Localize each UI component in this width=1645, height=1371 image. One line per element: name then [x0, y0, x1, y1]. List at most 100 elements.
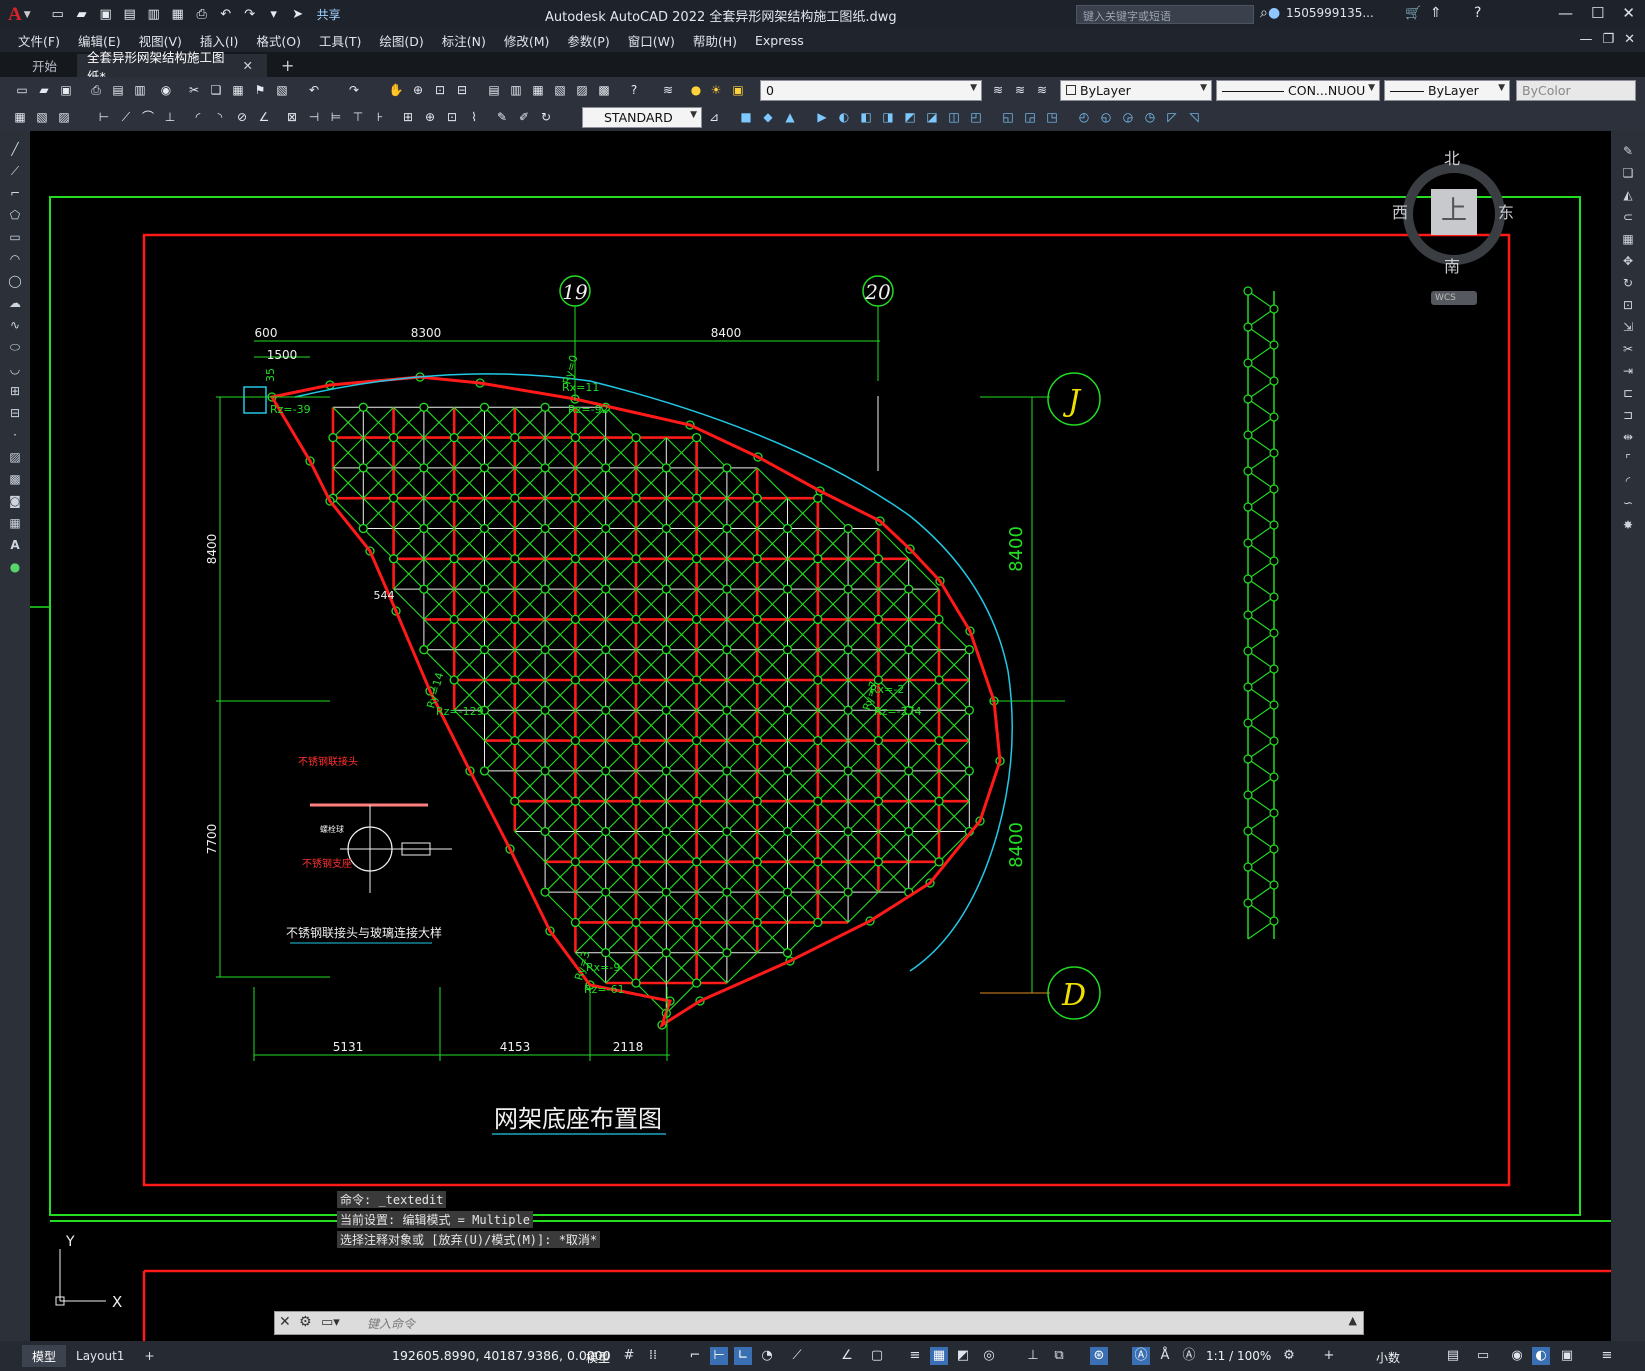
copy-icon[interactable]: ❏ [208, 82, 224, 98]
add-selected-icon[interactable]: ● [7, 559, 23, 575]
spline-icon[interactable]: ∿ [7, 317, 23, 333]
blend-curves-icon[interactable]: ∽ [1620, 495, 1636, 511]
plotstyle-dropdown[interactable]: ByColor [1516, 80, 1636, 101]
menu-modify[interactable]: 修改(M) [504, 31, 550, 50]
search-input[interactable]: 键入关键字或短语 [1076, 5, 1254, 24]
selection-filter-icon[interactable]: ⧉ [1050, 1347, 1068, 1365]
setup-drawing-icon[interactable]: ◪ [924, 109, 940, 125]
layer-properties-icon[interactable]: ≋ [660, 82, 676, 98]
customization-icon[interactable]: ≡ [1598, 1347, 1616, 1365]
offset-faces-icon[interactable]: ◶ [1120, 109, 1136, 125]
wcs-menu[interactable]: WCS [1431, 291, 1477, 305]
layer-on-icon[interactable]: ● [688, 82, 704, 98]
redo-tb-icon[interactable]: ↷ [346, 82, 362, 98]
qnew-icon[interactable]: ▭ [14, 82, 30, 98]
dim-break-icon[interactable]: ⊦ [372, 109, 388, 125]
setup-view-icon[interactable]: ◫ [946, 109, 962, 125]
command-scroll-icon[interactable]: ▲ [1349, 1314, 1357, 1327]
plot-icon[interactable]: ⎙ [193, 6, 211, 24]
rectangle-icon[interactable]: ▭ [7, 229, 23, 245]
rotate-icon[interactable]: ↻ [1620, 275, 1636, 291]
dynamic-ucs-icon[interactable]: ⊥ [1024, 1347, 1042, 1365]
help-icon[interactable]: ? [1474, 5, 1481, 21]
polar-tracking-icon[interactable]: ◔ [758, 1347, 776, 1365]
offset-icon[interactable]: ⊂ [1620, 209, 1636, 225]
tab-layout1[interactable]: Layout1 [66, 1345, 134, 1367]
linetype-dropdown[interactable]: CON...NUOU ▼ [1216, 80, 1380, 101]
isolate-objects-icon[interactable]: ◉ [1508, 1347, 1526, 1365]
dim-edit-icon[interactable]: ✎ [494, 109, 510, 125]
text-style-dropdown[interactable]: STANDARD ▼ [582, 107, 702, 128]
object-snap-tracking-icon[interactable]: ∠ [838, 1347, 856, 1365]
move-faces-icon[interactable]: ◵ [1098, 109, 1114, 125]
clean-screen-icon[interactable]: ▣ [1558, 1347, 1576, 1365]
zoom-realtime-icon[interactable]: ⊕ [410, 82, 426, 98]
menu-help[interactable]: 帮助(H) [693, 31, 737, 50]
mtext-icon[interactable]: A [7, 537, 23, 553]
layer-lock-icon[interactable]: ▣ [730, 82, 746, 98]
dim-text-edit-icon[interactable]: ✐ [516, 109, 532, 125]
setup-profile-icon[interactable]: ◰ [968, 109, 984, 125]
maximize-icon[interactable]: ☐ [1591, 4, 1604, 22]
workspace-icon[interactable]: ⚙ [1280, 1347, 1298, 1365]
table-icon[interactable]: ▦ [7, 515, 23, 531]
erase-icon[interactable]: ✎ [1620, 143, 1636, 159]
sheet-set-icon[interactable]: ▧ [552, 82, 568, 98]
undo-icon[interactable]: ↶ [217, 6, 235, 24]
chamfer-icon[interactable]: ⌜ [1620, 451, 1636, 467]
join-icon[interactable]: ⇹ [1620, 429, 1636, 445]
intersect-icon[interactable]: ◳ [1044, 109, 1060, 125]
snap-icon[interactable]: ⁞⁞ [644, 1347, 662, 1365]
add-layout-icon[interactable]: + [134, 1345, 164, 1367]
menu-draw[interactable]: 绘图(D) [379, 31, 423, 50]
menu-parametric[interactable]: 参数(P) [567, 31, 609, 50]
close-icon[interactable]: ✕ [1622, 4, 1635, 22]
rotate-faces-icon[interactable]: ◸ [1164, 109, 1180, 125]
layer-previous-icon[interactable]: ≋ [1012, 82, 1028, 98]
zoom-window-icon[interactable]: ⊡ [432, 82, 448, 98]
calculator-icon[interactable]: ▩ [596, 82, 612, 98]
help-tb-icon[interactable]: ? [626, 82, 642, 98]
slice-icon[interactable]: ◧ [858, 109, 874, 125]
coordinates-readout[interactable]: 192605.8990, 40187.9386, 0.0000 [392, 1348, 611, 1363]
annotation-scale-icon[interactable]: Ⓐ [1180, 1347, 1198, 1365]
menu-format[interactable]: 格式(O) [256, 31, 301, 50]
dim-update-icon[interactable]: ↻ [538, 109, 554, 125]
quick-properties-icon[interactable]: ▤ [1444, 1347, 1462, 1365]
user-account[interactable]: 1505999135... [1286, 6, 1374, 20]
command-customize-icon[interactable]: ⚙ [299, 1314, 312, 1330]
search-icon[interactable]: ⌕ [1260, 5, 1268, 21]
hardware-acceleration-icon[interactable]: ◐ [1532, 1347, 1550, 1365]
color-dropdown[interactable]: ByLayer ▼ [1060, 80, 1212, 101]
tab-drawing[interactable]: 全套异形网架结构施工图纸* ✕ [77, 50, 268, 84]
break-at-point-icon[interactable]: ⊏ [1620, 385, 1636, 401]
dynamic-input-icon[interactable]: ⊢ [710, 1347, 728, 1365]
inspect-icon[interactable]: ⊡ [444, 109, 460, 125]
a360-icon[interactable]: ⇑ [1430, 5, 1442, 21]
viewcube-north[interactable]: 北 [1444, 145, 1460, 169]
customize-qat-icon[interactable]: ▾ [265, 6, 283, 24]
open-icon[interactable]: ▰ [36, 82, 52, 98]
trim-icon[interactable]: ✂ [1620, 341, 1636, 357]
stretch-icon[interactable]: ⇲ [1620, 319, 1636, 335]
menu-window[interactable]: 窗口(W) [628, 31, 675, 50]
annotation-monitor-icon[interactable]: + [1320, 1347, 1338, 1365]
cone-icon[interactable]: ▲ [782, 109, 798, 125]
box-icon[interactable]: ■ [738, 109, 754, 125]
undo-tb-icon[interactable]: ↶ [306, 82, 322, 98]
polygon-icon[interactable]: ⬠ [7, 207, 23, 223]
doc-restore-icon[interactable]: ❐ [1602, 32, 1614, 47]
dim-arc-icon[interactable]: ⌒ [140, 109, 156, 125]
print-icon[interactable]: ⎙ [88, 82, 104, 98]
menu-tools[interactable]: 工具(T) [319, 31, 361, 50]
cart-icon[interactable]: 🛒 [1405, 6, 1421, 21]
properties-icon[interactable]: ▤ [486, 82, 502, 98]
command-recent-icon[interactable]: ▭▾ [321, 1315, 340, 1330]
model-space-button[interactable]: 模型 [586, 1349, 610, 1366]
dim-baseline-icon[interactable]: ⊣ [306, 109, 322, 125]
viewcube-east[interactable]: 东 [1498, 199, 1514, 223]
fillet-icon[interactable]: ◜ [1620, 473, 1636, 489]
selection-cycling-icon[interactable]: ◩ [954, 1347, 972, 1365]
taper-faces-icon[interactable]: ◹ [1186, 109, 1202, 125]
polyline-icon[interactable]: ⌐ [7, 185, 23, 201]
